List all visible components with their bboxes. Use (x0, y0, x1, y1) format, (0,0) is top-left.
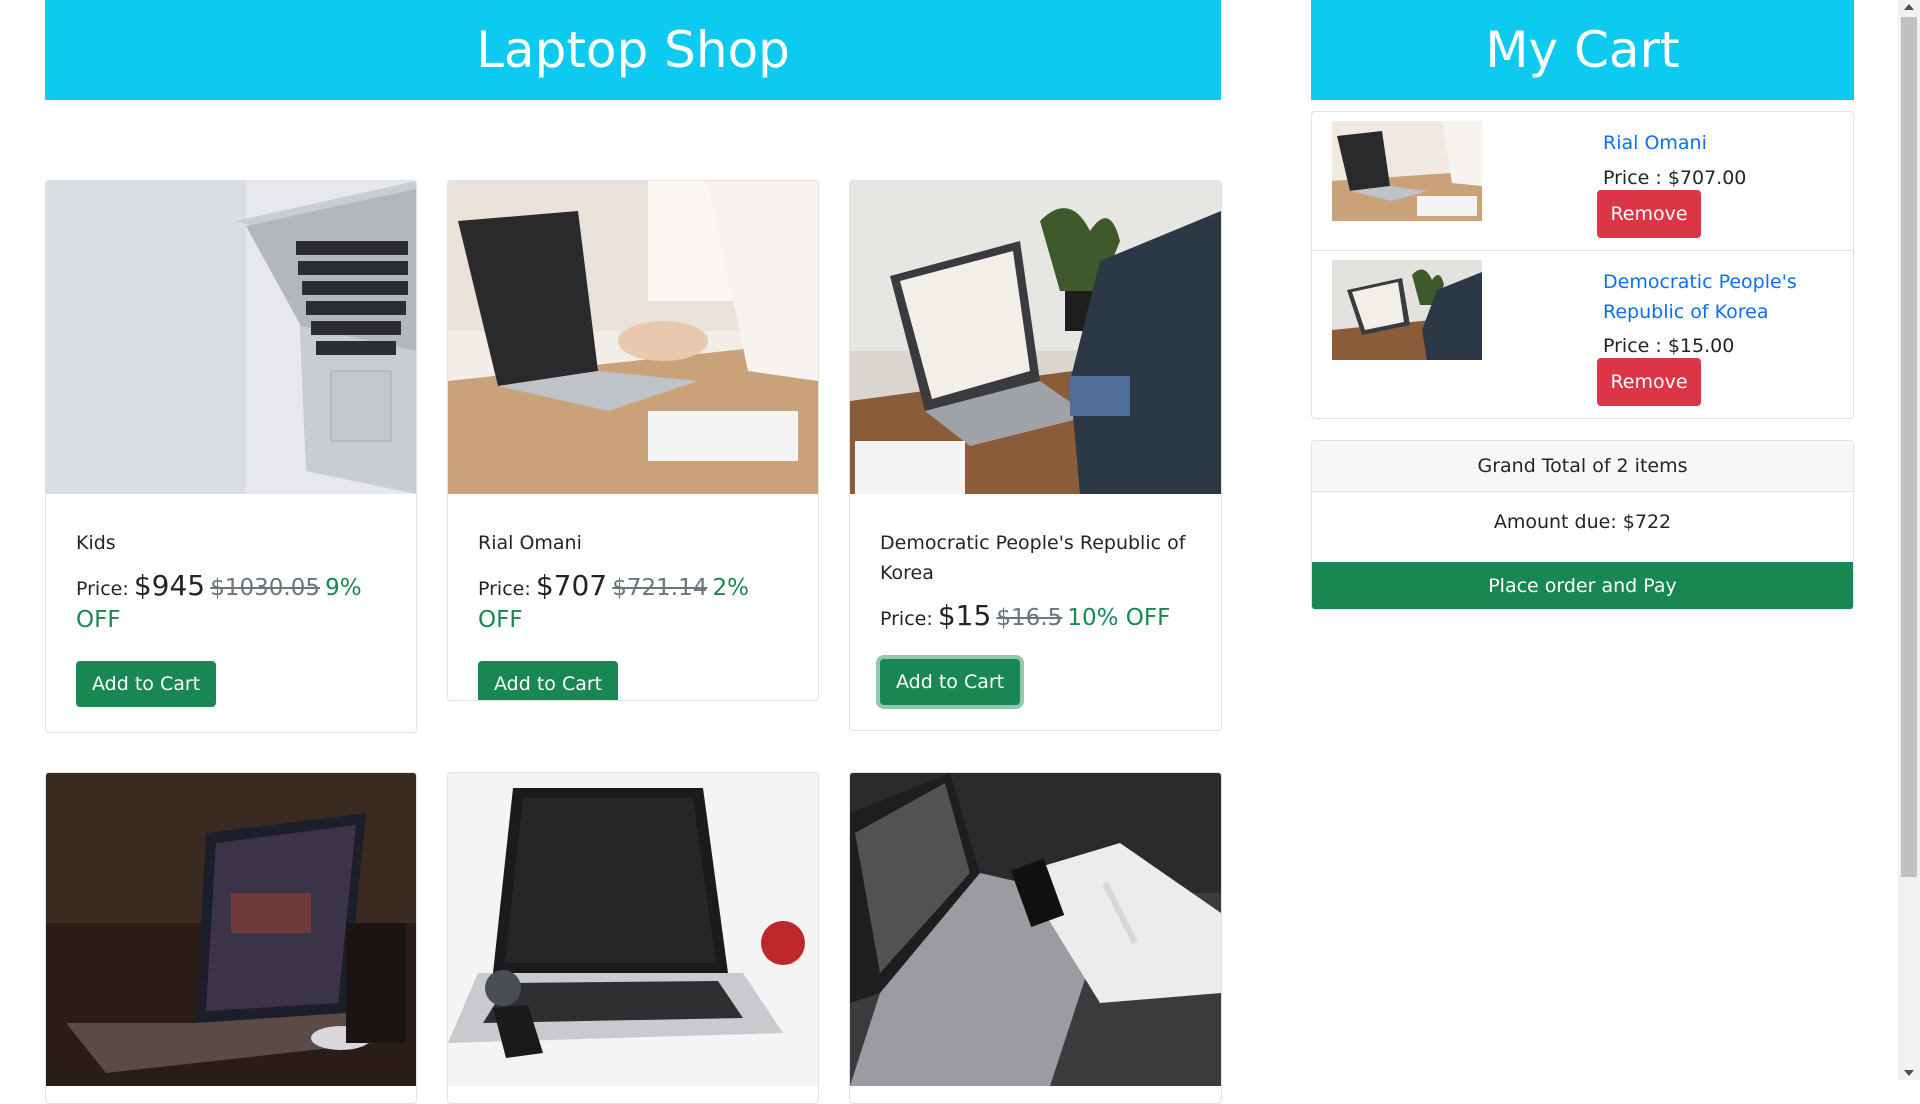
product-card: Rial Omani Price: $707 $721.14 2% OFF Ad… (447, 180, 819, 701)
product-card (849, 772, 1222, 1104)
cart-item-name[interactable]: Democratic People's Republic of Korea (1603, 267, 1818, 327)
cart-item-thumbnail (1332, 121, 1482, 221)
product-card: Democratic People's Republic of Korea Pr… (849, 180, 1222, 731)
product-image (448, 181, 818, 494)
cart-item: Rial Omani Price : $707.00 Remove (1312, 112, 1853, 250)
cart-item-name[interactable]: Rial Omani (1603, 128, 1818, 158)
product-name: Kids (76, 532, 116, 554)
add-to-cart-button[interactable]: Add to Cart (478, 661, 619, 700)
product-old-price: $16.5 (996, 605, 1063, 631)
product-price: $945 (133, 569, 206, 602)
product-old-price: $1030.05 (210, 575, 320, 601)
product-image (46, 181, 416, 494)
add-to-cart-button[interactable]: Add to Cart (880, 659, 1021, 705)
amount-due: Amount due: $722 (1493, 511, 1672, 533)
discount-badge: 10% OFF (1067, 605, 1171, 631)
remove-button[interactable]: Remove (1597, 190, 1701, 238)
grand-total: Grand Total of 2 items (1312, 441, 1853, 492)
product-card (447, 772, 819, 1104)
scroll-down-icon[interactable] (1904, 1070, 1914, 1076)
product-card (45, 772, 417, 1104)
product-image (46, 773, 416, 1086)
product-name: Democratic People's Republic of Korea (880, 532, 1186, 584)
cart-item: Democratic People's Republic of Korea Pr… (1312, 251, 1853, 418)
product-name: Rial Omani (478, 532, 582, 554)
product-card: Kids Price: $945 $1030.05 9% OFF Add to … (45, 180, 417, 733)
product-price: $707 (535, 569, 608, 602)
cart-item-price: Price : $707.00 (1603, 167, 1747, 189)
shop-title: Laptop Shop (45, 0, 1221, 100)
price-label: Price: (880, 608, 933, 630)
remove-button[interactable]: Remove (1597, 358, 1701, 406)
cart-title: My Cart (1311, 0, 1854, 100)
cart-item-price: Price : $15.00 (1603, 335, 1735, 357)
scroll-up-icon[interactable] (1904, 4, 1914, 10)
cart-item-thumbnail (1332, 260, 1482, 360)
order-summary: Grand Total of 2 items Amount due: $722 … (1311, 440, 1854, 610)
product-image (850, 181, 1221, 494)
price-label: Price: (76, 578, 129, 600)
product-price: $15 (937, 599, 992, 632)
cart-list: Rial Omani Price : $707.00 Remove Democr… (1311, 111, 1854, 419)
place-order-button[interactable]: Place order and Pay (1312, 562, 1853, 609)
product-image (850, 773, 1221, 1086)
price-label: Price: (478, 578, 531, 600)
product-old-price: $721.14 (612, 575, 708, 601)
product-image (448, 773, 818, 1086)
add-to-cart-button[interactable]: Add to Cart (76, 661, 217, 707)
vertical-scrollbar[interactable] (1898, 0, 1920, 1080)
scrollbar-thumb[interactable] (1901, 17, 1917, 877)
